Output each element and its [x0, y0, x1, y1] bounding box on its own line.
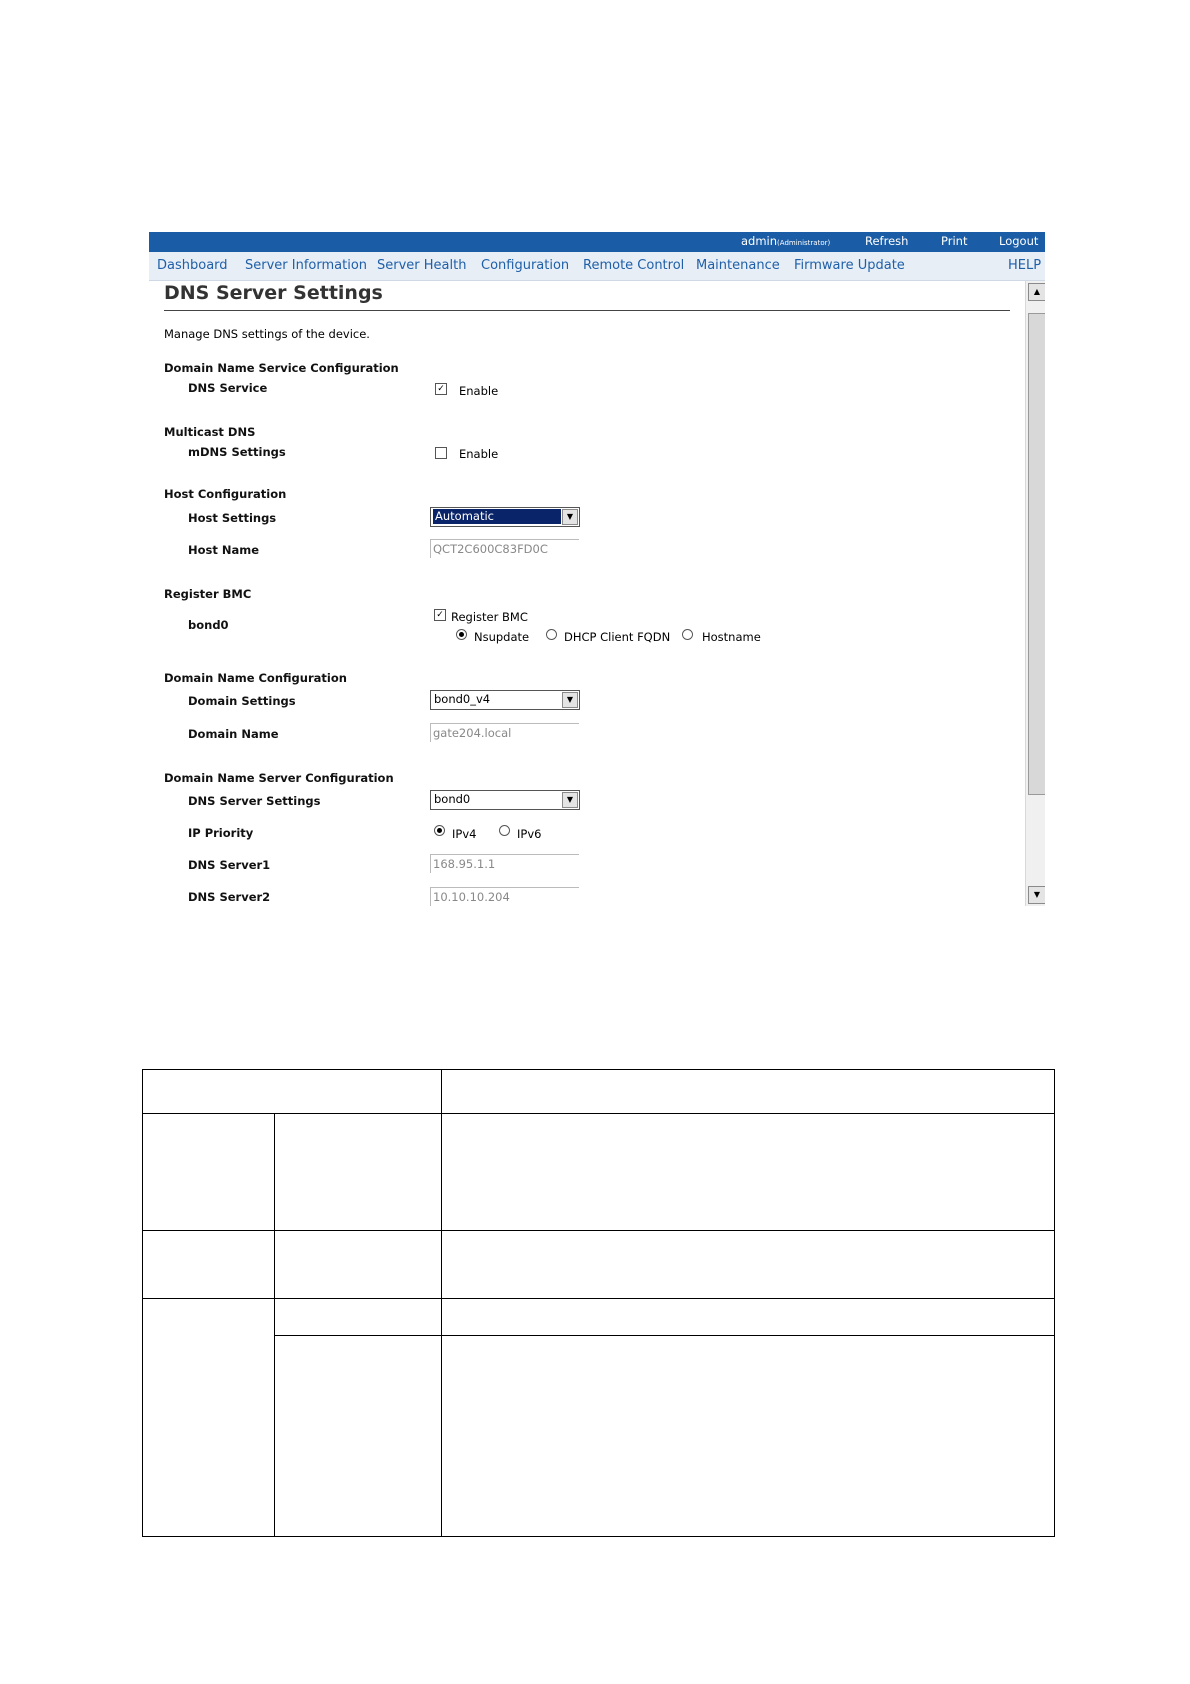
scroll-down-icon[interactable]: ▼	[1028, 886, 1045, 904]
ipv6-radio[interactable]	[499, 825, 510, 836]
section-register-bmc: Register BMC	[164, 587, 252, 601]
table-rule	[274, 1113, 275, 1537]
section-multicast-dns: Multicast DNS	[164, 425, 256, 439]
dns-service-checkbox[interactable]: ✓	[435, 383, 447, 395]
nav-help[interactable]: HELP	[1008, 258, 1041, 273]
section-dns-configuration: Domain Name Service Configuration	[164, 361, 399, 375]
scrollbar-thumb[interactable]	[1028, 313, 1045, 795]
table-border-bottom	[142, 1536, 1055, 1537]
domain-settings-select[interactable]: bond0_v4 ▼	[430, 690, 580, 710]
ip-priority-label: IP Priority	[188, 826, 254, 840]
nav-server-information[interactable]: Server Information	[245, 258, 367, 273]
chevron-down-icon[interactable]: ▼	[562, 792, 578, 808]
register-bmc-label: Register BMC	[451, 610, 528, 624]
table-rule	[274, 1335, 1055, 1336]
host-name-value: QCT2C600C83FD0C	[433, 542, 548, 556]
scroll-up-icon[interactable]: ▲	[1028, 283, 1045, 301]
dns-server2-value: 10.10.10.204	[433, 890, 510, 904]
dns-server1-label: DNS Server1	[188, 858, 271, 872]
ipv4-radio[interactable]	[434, 825, 445, 836]
nav-dashboard[interactable]: Dashboard	[157, 258, 228, 273]
nav-configuration[interactable]: Configuration	[481, 258, 569, 273]
table-rule	[142, 1230, 1055, 1231]
host-settings-label: Host Settings	[188, 511, 277, 525]
bond0-label: bond0	[188, 618, 229, 632]
user-name: admin	[741, 234, 778, 248]
table-rule	[142, 1113, 1055, 1114]
dns-server-settings-select[interactable]: bond0 ▼	[430, 790, 580, 810]
nav-server-health[interactable]: Server Health	[377, 258, 466, 273]
table-rule	[142, 1298, 1055, 1299]
dns-server1-input[interactable]: 168.95.1.1	[430, 854, 579, 873]
dns-service-enable-label: Enable	[459, 384, 499, 398]
dhcp-client-fqdn-label: DHCP Client FQDN	[564, 630, 671, 644]
dns-server-settings-value: bond0	[434, 792, 471, 806]
mdns-settings-label: mDNS Settings	[188, 445, 286, 459]
ipv4-label: IPv4	[452, 827, 477, 841]
section-domain-name-configuration: Domain Name Configuration	[164, 671, 347, 685]
page-description: Manage DNS settings of the device.	[164, 327, 370, 341]
host-name-input[interactable]: QCT2C600C83FD0C	[430, 539, 579, 558]
host-settings-select[interactable]: Automatic ▼	[430, 507, 580, 527]
vertical-scrollbar[interactable]: ▲ ▼	[1025, 281, 1045, 906]
domain-name-value: gate204.local	[433, 726, 512, 740]
domain-settings-value: bond0_v4	[434, 692, 491, 706]
host-settings-value: Automatic	[433, 509, 561, 524]
domain-name-label: Domain Name	[188, 727, 279, 741]
nav-maintenance[interactable]: Maintenance	[696, 258, 780, 273]
main-nav: Dashboard Server Information Server Heal…	[149, 252, 1045, 281]
host-name-label: Host Name	[188, 543, 260, 557]
refresh-link[interactable]: Refresh	[865, 234, 908, 248]
register-bmc-checkbox[interactable]: ✓	[434, 609, 446, 621]
user-label: admin(Administrator)	[741, 234, 830, 248]
dhcp-client-fqdn-radio[interactable]	[546, 629, 557, 640]
dns-service-label: DNS Service	[188, 381, 268, 395]
bmc-web-screenshot: admin(Administrator) Refresh Print Logou…	[149, 232, 1045, 906]
domain-settings-label: Domain Settings	[188, 694, 296, 708]
print-link[interactable]: Print	[941, 234, 967, 248]
domain-name-input[interactable]: gate204.local	[430, 723, 579, 742]
nsupdate-label: Nsupdate	[474, 630, 530, 644]
mdns-enable-checkbox[interactable]	[435, 447, 447, 459]
table-border-top	[142, 1069, 1055, 1070]
top-bar: admin(Administrator) Refresh Print Logou…	[149, 232, 1045, 252]
hostname-label: Hostname	[702, 630, 761, 644]
nsupdate-radio[interactable]	[456, 629, 467, 640]
dns-server2-label: DNS Server2	[188, 890, 271, 904]
dns-server2-input[interactable]: 10.10.10.204	[430, 887, 579, 906]
section-domain-name-server-configuration: Domain Name Server Configuration	[164, 771, 394, 785]
table-border-right	[1054, 1069, 1055, 1537]
mdns-enable-label: Enable	[459, 447, 499, 461]
table-rule	[441, 1069, 442, 1537]
page-title: DNS Server Settings	[164, 282, 383, 304]
ipv6-label: IPv6	[517, 827, 542, 841]
dns-server-settings-label: DNS Server Settings	[188, 794, 321, 808]
section-host-configuration: Host Configuration	[164, 487, 287, 501]
nav-remote-control[interactable]: Remote Control	[583, 258, 684, 273]
logout-link[interactable]: Logout	[999, 234, 1038, 248]
chevron-down-icon[interactable]: ▼	[562, 692, 578, 708]
user-role: (Administrator)	[777, 239, 831, 247]
content-area: DNS Server Settings Manage DNS settings …	[149, 281, 1025, 906]
nav-firmware-update[interactable]: Firmware Update	[794, 258, 905, 273]
hostname-radio[interactable]	[682, 629, 693, 640]
dns-server1-value: 168.95.1.1	[433, 857, 496, 871]
title-divider	[164, 310, 1010, 311]
chevron-down-icon[interactable]: ▼	[562, 509, 578, 525]
table-border-left	[142, 1069, 143, 1537]
